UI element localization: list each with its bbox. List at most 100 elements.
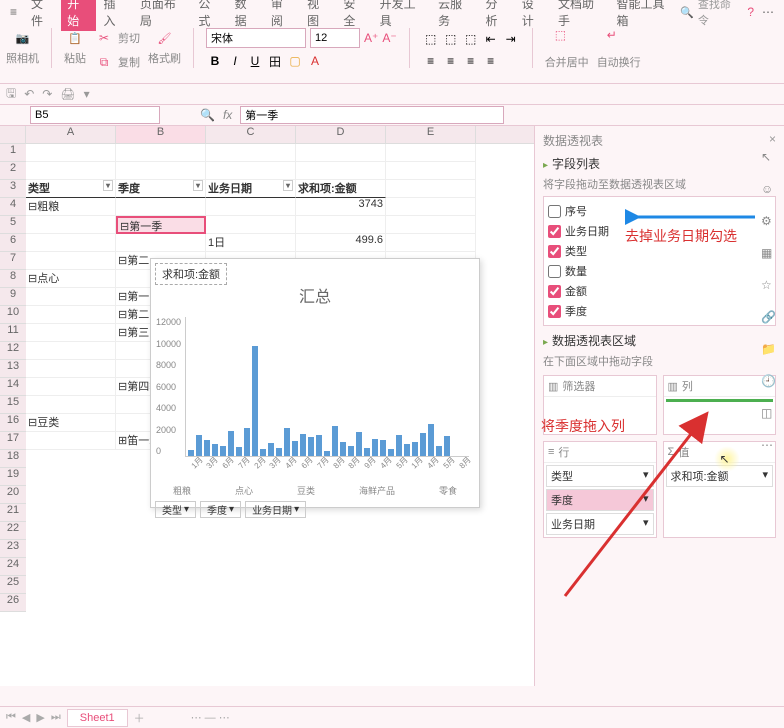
row-header[interactable]: 7 <box>0 252 26 270</box>
name-box[interactable] <box>30 106 160 124</box>
row-header[interactable]: 6 <box>0 234 26 252</box>
menu-analyze[interactable]: 分析 <box>480 0 514 31</box>
menu-formula[interactable]: 公式 <box>192 0 226 31</box>
menu-insert[interactable]: 插入 <box>98 0 132 31</box>
cell[interactable]: 3743 <box>296 198 386 216</box>
col-header-a[interactable]: A <box>26 126 116 143</box>
cell[interactable]: ⊟点心 <box>26 270 116 288</box>
more-icon[interactable]: ⋯ <box>761 438 779 456</box>
pivot-header-quarter[interactable]: 季度▾ <box>116 180 206 198</box>
cell[interactable] <box>26 252 116 270</box>
cell[interactable] <box>296 216 386 234</box>
align-bot-icon[interactable]: ⬚ <box>462 30 480 48</box>
border-button[interactable]: 田 <box>266 52 284 70</box>
fill-color-button[interactable]: ▢ <box>286 52 304 70</box>
paste-group[interactable]: 📋 粘贴 <box>64 28 86 66</box>
font-size-select[interactable] <box>310 28 360 48</box>
menu-dev[interactable]: 开发工具 <box>374 0 431 31</box>
cell[interactable] <box>26 342 116 360</box>
spreadsheet-grid[interactable]: A B C D E 123456789101112131415161718192… <box>0 126 534 686</box>
cell[interactable] <box>26 378 116 396</box>
menu-view[interactable]: 视图 <box>301 0 335 31</box>
cell[interactable] <box>116 198 206 216</box>
select-all-corner[interactable] <box>0 126 26 143</box>
dropdown-icon[interactable]: ▾ <box>193 180 203 191</box>
row-header[interactable]: 26 <box>0 594 26 612</box>
align-left-icon[interactable]: ≡ <box>422 52 440 70</box>
row-header[interactable]: 10 <box>0 306 26 324</box>
qa-undo-icon[interactable]: ↶ <box>24 87 34 101</box>
cell[interactable] <box>26 216 116 234</box>
font-color-button[interactable]: A <box>306 52 324 70</box>
row-header[interactable]: 20 <box>0 486 26 504</box>
select-icon[interactable]: ↖ <box>761 150 779 168</box>
field-checkbox[interactable] <box>548 245 561 258</box>
grid-icon[interactable]: ▦ <box>761 246 779 264</box>
col-header-d[interactable]: D <box>296 126 386 143</box>
row-header[interactable]: 5 <box>0 216 26 234</box>
field-list-item[interactable]: 金额 <box>548 281 771 301</box>
cell[interactable] <box>26 360 116 378</box>
search-command[interactable]: 🔍查找命令 <box>680 0 737 28</box>
align-mid-icon[interactable]: ⬚ <box>442 30 460 48</box>
cell[interactable] <box>26 432 116 450</box>
row-header[interactable]: 2 <box>0 162 26 180</box>
camera-group[interactable]: 📷 照相机 <box>6 28 39 66</box>
sheet-nav-next-icon[interactable]: ▶ <box>36 711 44 724</box>
menu-smarttools[interactable]: 智能工具箱 <box>611 0 679 31</box>
cell[interactable] <box>26 396 116 414</box>
sheet-nav-first-icon[interactable]: ⏮ <box>6 711 16 724</box>
link-icon[interactable]: 🔗 <box>761 310 779 328</box>
field-list-item[interactable]: 数量 <box>548 261 771 281</box>
menu-layout[interactable]: 页面布局 <box>134 0 191 31</box>
cell[interactable] <box>206 198 296 216</box>
font-name-select[interactable] <box>206 28 306 48</box>
cell[interactable]: ⊟豆类 <box>26 414 116 432</box>
row-header[interactable]: 23 <box>0 540 26 558</box>
merge-button[interactable]: ⬚ 合并居中 <box>545 28 589 70</box>
format-painter-group[interactable]: 🖌 格式刷 <box>148 28 181 66</box>
field-list-item[interactable]: 季度 <box>548 301 771 321</box>
indent-inc-icon[interactable]: ⇥ <box>502 30 520 48</box>
cell[interactable]: ⊟粗粮 <box>26 198 116 216</box>
wrap-button[interactable]: ↵ 自动换行 <box>597 28 641 70</box>
col-header-b[interactable]: B <box>116 126 206 143</box>
folder-icon[interactable]: 📁 <box>761 342 779 360</box>
dropdown-icon[interactable]: ▾ <box>103 180 113 191</box>
menu-file[interactable]: 文件 <box>25 0 59 31</box>
row-header[interactable]: 19 <box>0 468 26 486</box>
row-header[interactable]: 14 <box>0 378 26 396</box>
menu-design[interactable]: 设计 <box>516 0 550 31</box>
align-justify-icon[interactable]: ≡ <box>482 52 500 70</box>
history-icon[interactable]: 🕘 <box>761 374 779 392</box>
cell[interactable]: ⊟第一季 <box>116 216 206 234</box>
gear-icon[interactable]: ⚙ <box>761 214 779 232</box>
section-areas-header[interactable]: 数据透视表区域 <box>543 332 776 349</box>
pivot-chart[interactable]: 求和项:金额 汇总 120001000080006000400020000 1月… <box>150 258 480 508</box>
col-header-e[interactable]: E <box>386 126 476 143</box>
row-header[interactable]: 4 <box>0 198 26 216</box>
cell[interactable]: 499.6 <box>296 234 386 252</box>
cut-icon[interactable]: ✂ <box>94 28 114 48</box>
sheet-nav-prev-icon[interactable]: ◀ <box>22 711 30 724</box>
cell[interactable] <box>26 288 116 306</box>
row-header[interactable]: 1 <box>0 144 26 162</box>
align-top-icon[interactable]: ⬚ <box>422 30 440 48</box>
row-header[interactable]: 17 <box>0 432 26 450</box>
col-header-c[interactable]: C <box>206 126 296 143</box>
row-header[interactable]: 11 <box>0 324 26 342</box>
row-header[interactable]: 24 <box>0 558 26 576</box>
smiley-icon[interactable]: ☺ <box>761 182 779 200</box>
row-header[interactable]: 21 <box>0 504 26 522</box>
qa-redo-icon[interactable]: ↷ <box>42 87 52 101</box>
section-fields-header[interactable]: 字段列表 <box>543 155 776 172</box>
menu-dochelper[interactable]: 文档助手 <box>552 0 609 31</box>
cell[interactable] <box>116 234 206 252</box>
sheet-add-icon[interactable]: ＋ <box>134 710 145 726</box>
field-checkbox[interactable] <box>548 305 561 318</box>
chart-filter-quarter[interactable]: 季度▾ <box>200 501 241 518</box>
chart-filter-type[interactable]: 类型▾ <box>155 501 196 518</box>
field-checkbox[interactable] <box>548 265 561 278</box>
cell[interactable] <box>26 234 116 252</box>
help-icon[interactable]: ? <box>747 5 754 19</box>
